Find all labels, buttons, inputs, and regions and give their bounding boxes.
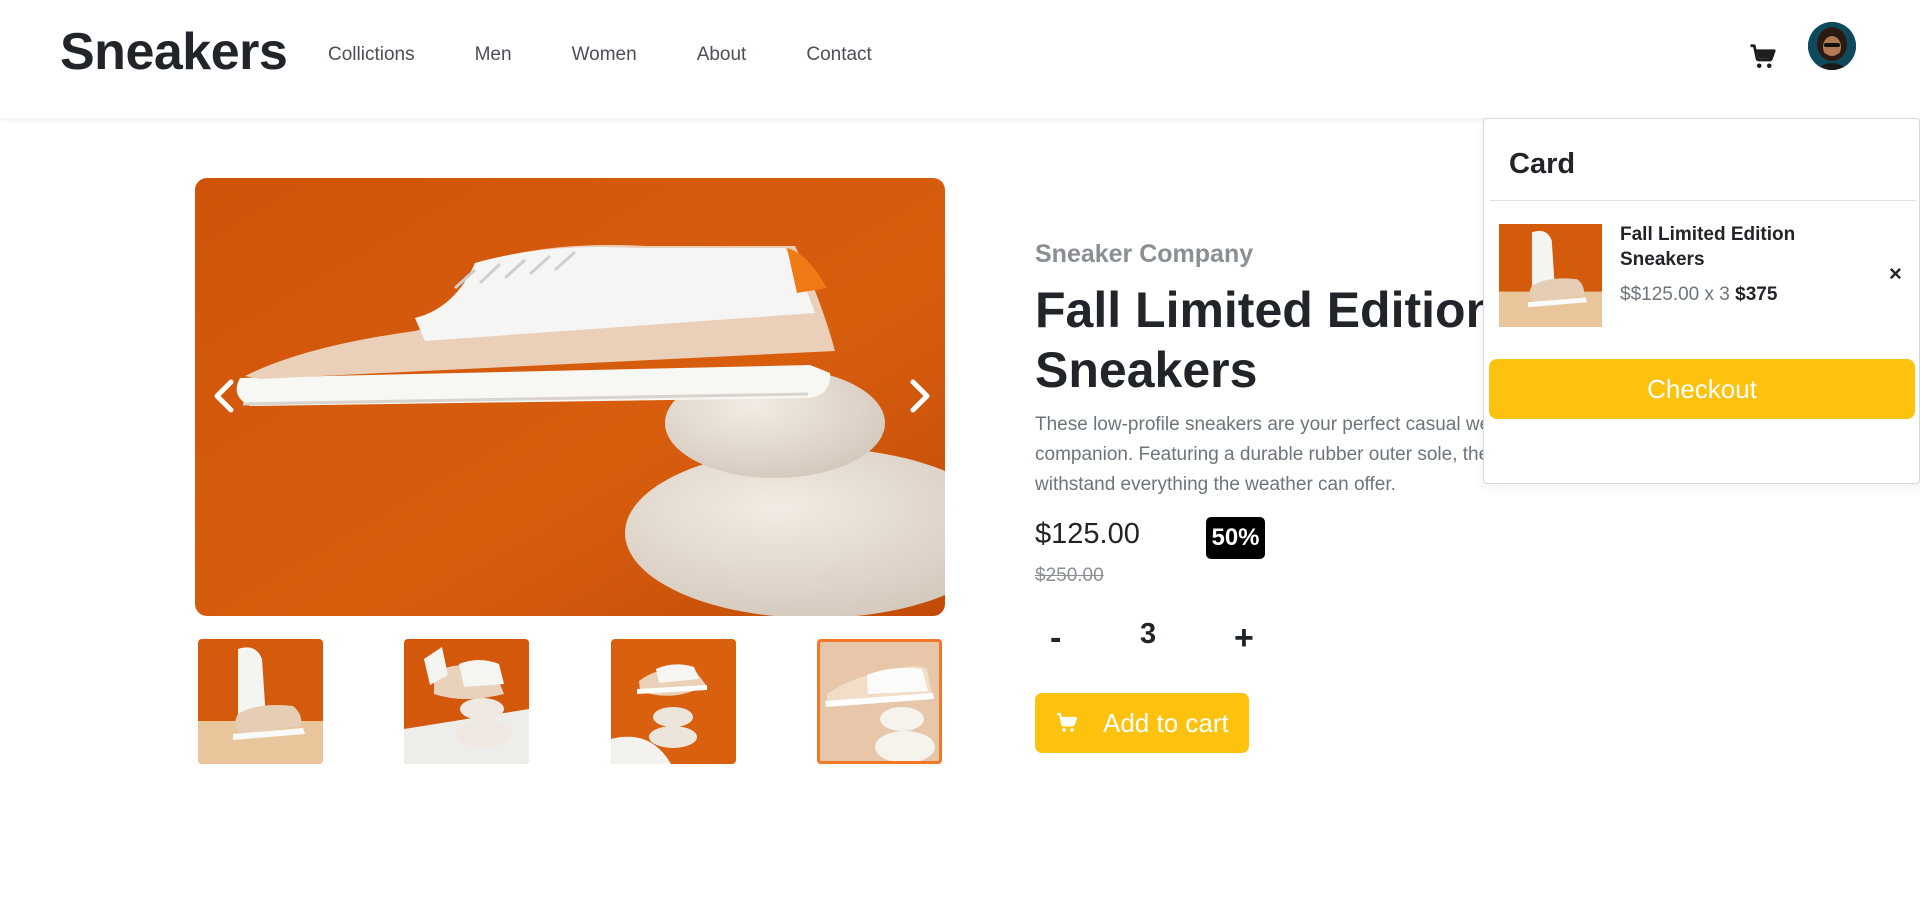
thumbnail-4[interactable] <box>816 639 942 764</box>
site-logo[interactable]: Sneakers <box>60 22 288 82</box>
nav-link-about[interactable]: About <box>697 44 747 66</box>
cart-item-image <box>1499 224 1602 327</box>
cart-item-name: Fall Limited Edition Sneakers <box>1620 224 1796 270</box>
checkout-button[interactable]: Checkout <box>1489 359 1915 419</box>
add-to-cart-label: Add to cart <box>1103 707 1229 738</box>
company-name: Sneaker Company <box>1035 240 1254 268</box>
cart-item-price: $$125.00 x 3 $375 <box>1620 284 1777 306</box>
nav-link-contact[interactable]: Contact <box>806 44 871 66</box>
thumbnail-1[interactable] <box>198 639 323 764</box>
nav-link-women[interactable]: Women <box>572 44 637 66</box>
add-to-cart-button[interactable]: Add to cart <box>1035 693 1249 753</box>
cart-divider <box>1490 200 1916 201</box>
quantity-decrease-button[interactable]: - <box>1050 619 1070 658</box>
previous-image-button[interactable] <box>205 374 245 418</box>
close-icon[interactable]: × <box>1889 261 1902 287</box>
avatar[interactable] <box>1808 22 1856 70</box>
quantity-increase-button[interactable]: + <box>1234 619 1254 658</box>
original-price: $250.00 <box>1035 565 1104 586</box>
cart-item-total: $375 <box>1735 284 1778 305</box>
cart-dropdown: Card Fall Limited Edition Sneakers $$125… <box>1483 118 1920 484</box>
main-nav: Collictions Men Women About Contact <box>328 44 932 66</box>
cart-item-unit-price: $$125.00 x 3 <box>1620 284 1736 305</box>
cart-icon[interactable] <box>1748 42 1778 72</box>
quantity-value: 3 <box>1140 618 1157 650</box>
thumbnail-strip <box>198 639 942 764</box>
cart-icon <box>1055 711 1079 735</box>
nav-link-men[interactable]: Men <box>475 44 512 66</box>
thumbnail-3[interactable] <box>610 639 736 764</box>
product-description: These low-profile sneakers are your perf… <box>1035 414 1511 495</box>
site-header: Sneakers Collictions Men Women About Con… <box>0 0 1920 118</box>
discount-badge: 50% <box>1206 517 1265 559</box>
product-main-image <box>195 178 945 616</box>
current-price: $125.00 <box>1035 518 1140 550</box>
nav-link-collections[interactable]: Collictions <box>328 44 415 66</box>
next-image-button[interactable] <box>899 374 939 418</box>
thumbnail-2[interactable] <box>404 639 530 764</box>
cart-title: Card <box>1509 148 1576 180</box>
